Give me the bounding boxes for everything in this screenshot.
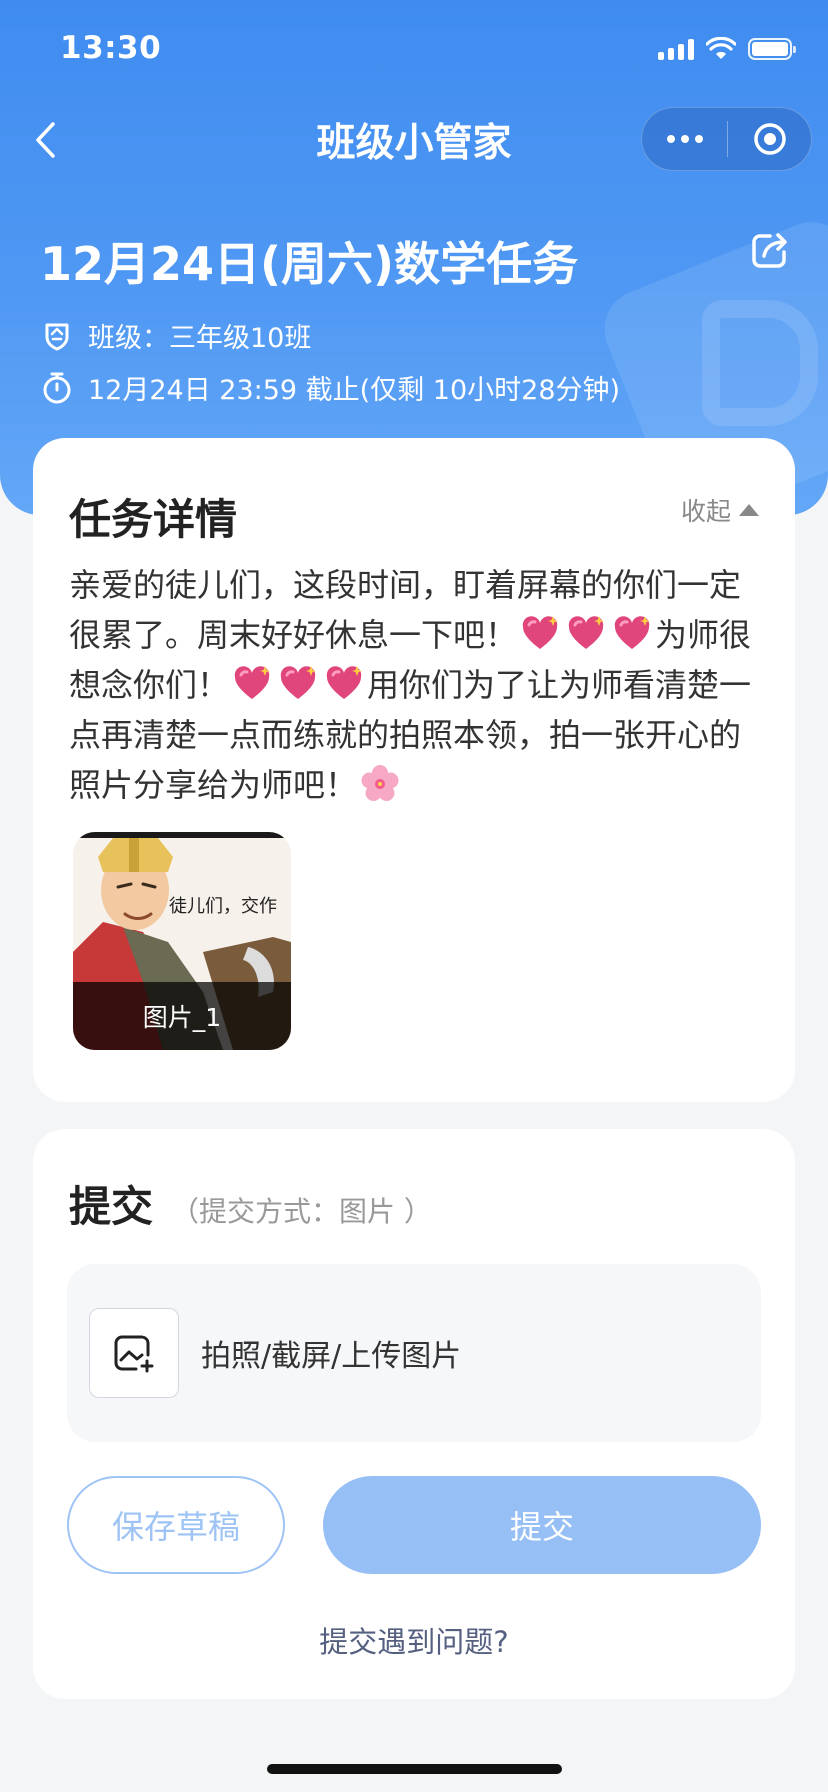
sparkling-heart-icon [614, 616, 651, 649]
close-miniprogram-button[interactable] [728, 108, 811, 170]
submit-card: 提交 （提交方式：图片 ） 拍照/截屏/上传图片 保存草稿 提交 提交遇到问题? [33, 1129, 795, 1699]
deadline-row: 12月24日 23:59 截止(仅剩 10小时28分钟) [40, 368, 620, 407]
submit-heading: 提交 [69, 1182, 154, 1231]
wifi-icon [706, 37, 736, 59]
signal-icon [658, 38, 694, 60]
decorative-shape [702, 300, 818, 426]
battery-icon [748, 38, 796, 60]
help-link[interactable]: 提交遇到问题? [33, 1619, 795, 1661]
share-button[interactable] [750, 230, 790, 270]
sparkling-heart-icon [326, 666, 363, 699]
class-label: 班级：三年级10班 [88, 323, 312, 354]
add-image-icon [114, 1335, 154, 1373]
upload-label: 拍照/截屏/上传图片 [201, 1339, 462, 1374]
image-caption: 徒儿们，交作 [169, 896, 277, 916]
miniprogram-capsule [641, 107, 812, 171]
sparkling-heart-icon [568, 616, 605, 649]
status-icons [658, 36, 796, 62]
save-draft-button[interactable]: 保存草稿 [67, 1476, 285, 1574]
attachment-image[interactable]: 徒儿们，交作 图片_1 [73, 832, 291, 1050]
more-icon [666, 135, 675, 143]
upload-image-area[interactable]: 拍照/截屏/上传图片 [67, 1264, 761, 1442]
task-title: 12月24日(周六)数学任务 [40, 237, 579, 291]
collapse-toggle[interactable]: 收起 [681, 492, 759, 528]
deadline-label: 12月24日 23:59 截止(仅剩 10小时28分钟) [88, 375, 621, 406]
sparkling-heart-icon [280, 666, 317, 699]
task-description: 亲爱的徒儿们，这段时间，盯着屏幕的你们一定很累了。周末好好休息一下吧！ 为师很想念… [69, 560, 759, 810]
triangle-up-icon [739, 504, 759, 516]
sparkling-heart-icon [522, 616, 559, 649]
detail-heading: 任务详情 [69, 495, 238, 544]
submit-header: 提交 （提交方式：图片 ） [69, 1173, 432, 1234]
more-button[interactable] [642, 108, 727, 170]
class-row: 班级：三年级10班 [40, 316, 311, 355]
submit-method: （提交方式：图片 ） [171, 1195, 432, 1228]
share-icon [752, 233, 787, 268]
shield-icon [40, 319, 74, 353]
task-detail-card: 任务详情 收起 亲爱的徒儿们，这段时间，盯着屏幕的你们一定很累了。周末好好休息一… [33, 438, 795, 1102]
collapse-label: 收起 [680, 497, 731, 526]
target-icon [753, 123, 786, 155]
sparkling-heart-icon [234, 666, 271, 699]
image-label: 图片_1 [73, 982, 291, 1050]
cherry-blossom-icon [361, 765, 399, 801]
upload-image-button[interactable] [89, 1308, 179, 1398]
submit-button[interactable]: 提交 [323, 1476, 761, 1574]
home-indicator [267, 1764, 562, 1774]
stopwatch-icon [40, 371, 74, 405]
status-time: 13:30 [60, 30, 162, 66]
